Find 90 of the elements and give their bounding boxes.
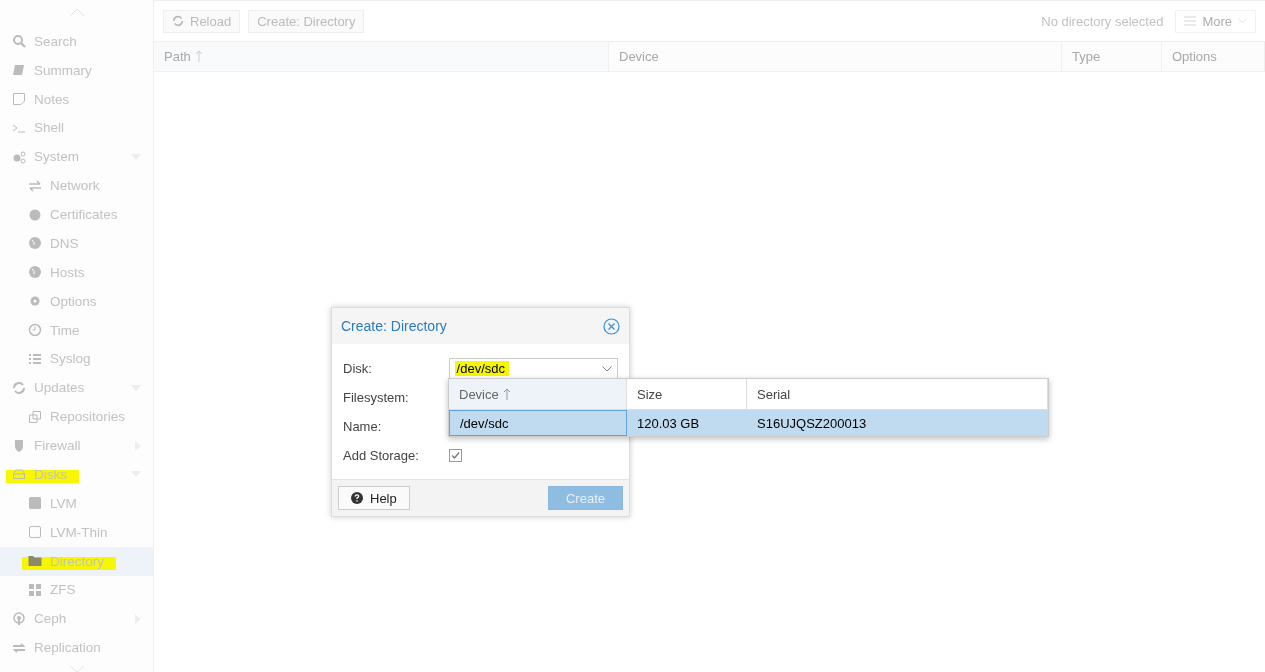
sidebar-item[interactable]: Options	[0, 286, 153, 316]
sidebar-label: Ceph	[34, 611, 67, 627]
sidebar-label: Hosts	[50, 264, 85, 280]
sidebar-label: Notes	[34, 91, 70, 107]
field-label: Add Storage:	[343, 448, 420, 463]
sidebar-item[interactable]: Notes	[0, 84, 153, 114]
sidebar-item[interactable]: Disks	[0, 460, 153, 489]
column-header[interactable]: Type	[1062, 42, 1162, 71]
column-header[interactable]: Device	[449, 379, 627, 409]
note-icon	[12, 92, 26, 107]
field-label: Name:	[343, 419, 383, 434]
folder-icon	[28, 554, 42, 569]
close-icon[interactable]	[603, 317, 620, 335]
field-label: Filesystem:	[343, 390, 410, 405]
antenna-icon	[12, 611, 26, 626]
sidebar-label: Directory	[50, 553, 104, 569]
column-header[interactable]: Options	[1162, 42, 1265, 71]
sidebar-label: Summary	[34, 62, 92, 78]
column-header[interactable]: Size	[627, 379, 747, 409]
sidebar-item[interactable]: LVM-Thin	[0, 517, 153, 547]
sidebar-item[interactable]: Syslog	[0, 344, 153, 374]
caret-down-icon	[1238, 18, 1247, 24]
field-label: Disk:	[343, 361, 373, 376]
toolbar-button[interactable]: Create: Directory	[248, 9, 365, 33]
sort-arrow-icon	[194, 50, 203, 63]
checkbox[interactable]	[449, 449, 462, 462]
sidebar-item[interactable]: ZFS	[0, 575, 153, 605]
filled-square-icon	[28, 496, 42, 511]
sidebar-item[interactable]: Certificates	[0, 200, 153, 230]
square-outline-icon	[28, 525, 42, 540]
loop-arrows-icon	[12, 640, 26, 655]
sidebar-label: LVM-Thin	[50, 524, 108, 540]
caret-down-icon	[602, 365, 612, 372]
book-icon	[12, 63, 26, 78]
sidebar-item[interactable]: Replication	[0, 633, 153, 663]
dialog-title: Create: Directory	[341, 318, 447, 334]
sidebar-label: Search	[34, 33, 77, 49]
sidebar-item[interactable]: Search	[0, 26, 153, 56]
list-icon	[28, 351, 42, 366]
sidebar-item[interactable]: DNS	[0, 229, 153, 258]
sidebar-item[interactable]: Ceph	[0, 604, 153, 634]
sidebar-item[interactable]: Updates	[0, 373, 153, 403]
sidebar-label: Disks	[34, 466, 67, 482]
sidebar-item[interactable]: Hosts	[0, 257, 153, 287]
shield-icon	[12, 438, 26, 453]
sidebar-label: System	[34, 149, 79, 165]
table-cell-text: S16UJQSZ200013	[756, 414, 868, 433]
copies-icon	[28, 409, 42, 424]
sidebar-label: Network	[50, 178, 100, 194]
grid-icon	[28, 582, 42, 597]
clock-icon	[28, 323, 42, 338]
refresh-icon	[172, 15, 184, 27]
sidebar-item[interactable]: Summary	[0, 55, 153, 85]
search-icon	[12, 34, 26, 49]
table-cell: /dev/sdc	[449, 410, 627, 436]
refresh-icon	[12, 380, 26, 395]
sidebar-item[interactable]: Directory	[0, 546, 153, 576]
sidebar-item[interactable]: Shell	[0, 113, 153, 143]
sidebar-label: Replication	[34, 640, 101, 656]
chevron-down-icon[interactable]	[68, 666, 85, 672]
sidebar-label: DNS	[50, 235, 79, 251]
sidebar-label: Certificates	[50, 207, 118, 223]
sidebar-item[interactable]: Network	[0, 171, 153, 201]
sidebar-label: Repositories	[50, 409, 126, 425]
disk-row[interactable]: /dev/sdc 120.03 GB S16UJQSZ200013	[449, 410, 1048, 436]
sidebar-label: Syslog	[50, 351, 91, 367]
gears-icon	[12, 149, 26, 164]
swap-arrows-icon	[28, 178, 42, 193]
selection-status: No directory selected	[1041, 13, 1164, 29]
sidebar-label: Options	[50, 293, 97, 309]
sidebar-label: Shell	[34, 120, 65, 136]
column-header[interactable]: Serial	[747, 379, 1048, 409]
sidebar-item[interactable]: LVM	[0, 488, 153, 518]
sidebar-item[interactable]: System	[0, 142, 153, 172]
help-button[interactable]: Help	[338, 486, 410, 510]
column-header[interactable]: Device	[609, 42, 1062, 71]
sidebar-label: ZFS	[50, 582, 76, 598]
sidebar-label: Updates	[34, 380, 85, 396]
sidebar-label: Time	[50, 322, 80, 338]
sidebar-label: LVM	[50, 495, 77, 511]
chevron-up-icon[interactable]	[68, 8, 85, 17]
toolbar-button[interactable]: Reload	[163, 9, 241, 33]
table-cell-text: 120.03 GB	[636, 414, 701, 433]
sidebar-item[interactable]: Firewall	[0, 431, 153, 461]
hard-drive-icon	[12, 467, 26, 482]
help-icon	[351, 492, 363, 504]
sidebar-item[interactable]: Time	[0, 315, 153, 345]
sort-arrow-icon	[502, 387, 511, 401]
sidebar-item[interactable]: Repositories	[0, 402, 153, 432]
sidebar-label: Firewall	[34, 438, 81, 454]
